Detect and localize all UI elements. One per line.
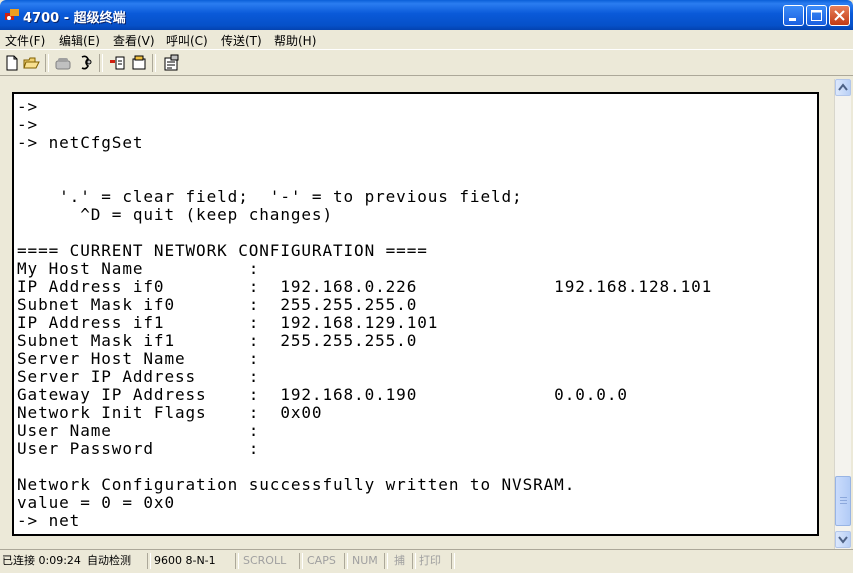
status-capture: 捕	[394, 554, 405, 567]
receive-file-icon[interactable]	[130, 54, 148, 72]
scroll-thumb[interactable]	[835, 476, 851, 526]
arrow-down-icon	[838, 536, 848, 544]
toolbar	[0, 49, 853, 76]
close-button[interactable]	[829, 5, 850, 26]
status-caps: CAPS	[307, 554, 336, 567]
status-settings: 9600 8-N-1	[154, 554, 216, 567]
menu-help[interactable]: 帮助(H)	[274, 32, 316, 49]
hyperterminal-app-icon	[5, 9, 19, 20]
maximize-icon	[811, 10, 822, 21]
toolbar-separator	[152, 54, 156, 72]
terminal-line: Server IP Address :	[17, 367, 260, 386]
toolbar-separator	[99, 54, 103, 72]
terminal-line: Server Host Name :	[17, 349, 260, 368]
terminal-line: User Password :	[17, 439, 260, 458]
terminal-line: Subnet Mask if1 : 255.255.255.0	[17, 331, 418, 350]
menu-bar: 文件(F) 编辑(E) 查看(V) 呼叫(C) 传送(T) 帮助(H)	[0, 30, 853, 49]
status-num: NUM	[352, 554, 378, 567]
menu-transfer[interactable]: 传送(T)	[221, 32, 262, 49]
menu-view[interactable]: 查看(V)	[113, 32, 155, 49]
arrow-up-icon	[838, 83, 848, 91]
maximize-button[interactable]	[806, 5, 827, 26]
phone-call-icon[interactable]	[54, 54, 72, 72]
terminal-line: value = 0 = 0x0	[17, 493, 175, 512]
new-document-icon[interactable]	[3, 54, 21, 72]
menu-edit[interactable]: 编辑(E)	[59, 32, 100, 49]
terminal-line: Network Init Flags : 0x00	[17, 403, 323, 422]
vertical-scrollbar[interactable]	[834, 79, 851, 549]
terminal-line: -> net	[17, 511, 81, 530]
open-folder-icon[interactable]	[23, 54, 41, 72]
title-bar[interactable]: 4700 - 超级终端	[0, 0, 853, 30]
status-scroll: SCROLL	[243, 554, 287, 567]
terminal-line: ^D = quit (keep changes)	[17, 205, 333, 224]
terminal-output: -> -> -> netCfgSet '.' = clear field; '-…	[17, 98, 712, 530]
terminal-line: My Host Name :	[17, 259, 260, 278]
terminal-line: '.' = clear field; '-' = to previous fie…	[17, 187, 523, 206]
terminal-line: User Name :	[17, 421, 260, 440]
minimize-icon	[789, 18, 796, 21]
status-connection: 已连接 0:09:24	[2, 554, 81, 567]
status-print: 打印	[419, 554, 441, 567]
toolbar-separator	[45, 54, 49, 72]
disconnect-icon[interactable]	[77, 54, 95, 72]
close-icon	[834, 10, 845, 21]
scroll-up-button[interactable]	[835, 79, 851, 96]
terminal-line: IP Address if1 : 192.168.129.101	[17, 313, 439, 332]
send-file-icon[interactable]	[108, 54, 126, 72]
menu-call[interactable]: 呼叫(C)	[166, 32, 208, 49]
terminal-line: ->	[17, 115, 39, 134]
terminal-line: Network Configuration successfully writt…	[17, 475, 576, 494]
properties-icon[interactable]	[162, 54, 180, 72]
terminal-line: ==== CURRENT NETWORK CONFIGURATION ====	[17, 241, 428, 260]
terminal-line: IP Address if0 : 192.168.0.226 192.168.1…	[17, 277, 713, 296]
terminal-screen[interactable]: -> -> -> netCfgSet '.' = clear field; '-…	[12, 92, 819, 536]
terminal-line: -> netCfgSet	[17, 133, 144, 152]
scroll-down-button[interactable]	[835, 531, 851, 548]
window-title: 4700 - 超级终端	[23, 11, 126, 26]
minimize-button[interactable]	[783, 5, 804, 26]
menu-file[interactable]: 文件(F)	[5, 32, 45, 49]
terminal-line: ->	[17, 97, 39, 116]
status-bar: 已连接 0:09:24 自动检测 9600 8-N-1 SCROLL CAPS …	[0, 549, 853, 573]
terminal-line: Subnet Mask if0 : 255.255.255.0	[17, 295, 418, 314]
status-detect: 自动检测	[87, 554, 131, 567]
terminal-line: Gateway IP Address : 192.168.0.190 0.0.0…	[17, 385, 628, 404]
